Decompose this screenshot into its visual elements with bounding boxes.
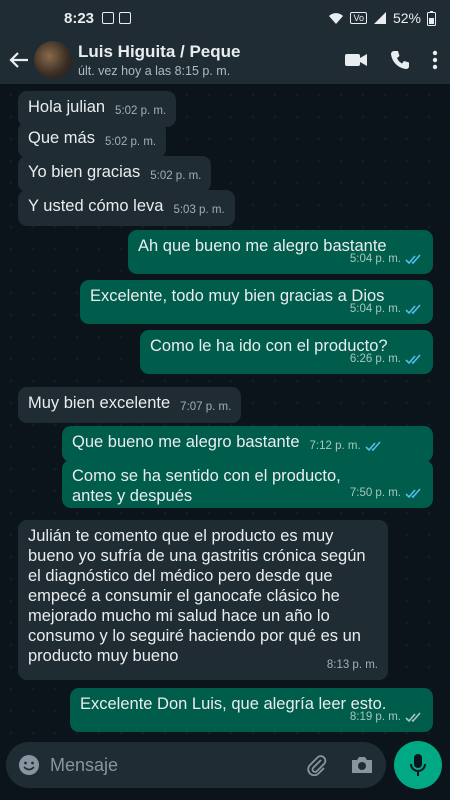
back-arrow-icon bbox=[9, 52, 28, 68]
message-outgoing[interactable]: Como le ha ido con el producto? 6:26 p. … bbox=[140, 330, 433, 374]
message-input[interactable] bbox=[50, 754, 306, 776]
message-outgoing[interactable]: Que bueno me alegro bastante 7:12 p. m. bbox=[62, 426, 433, 462]
signal-icon bbox=[373, 12, 386, 24]
message-time: 8:19 p. m. bbox=[349, 711, 401, 723]
notification-icon bbox=[119, 12, 132, 24]
message-outgoing[interactable]: Ah que bueno me alegro bastante 5:04 p. … bbox=[128, 230, 433, 274]
read-receipt-icon bbox=[405, 253, 421, 264]
message-outgoing[interactable]: Excelente Don Luis, que alegría leer est… bbox=[70, 688, 433, 732]
message-time: 5:02 p. m. bbox=[104, 136, 157, 148]
message-time: 7:12 p. m. bbox=[309, 440, 361, 452]
message-text: Hola julian bbox=[28, 98, 106, 116]
message-time: 6:26 p. m. bbox=[349, 353, 401, 365]
message-outgoing[interactable]: Como se ha sentido con el producto, ante… bbox=[62, 460, 433, 508]
message-composer bbox=[6, 742, 386, 788]
read-receipt-icon bbox=[405, 303, 421, 314]
message-time: 5:02 p. m. bbox=[115, 105, 167, 117]
contact-name: Luis Higuita / Peque bbox=[78, 42, 241, 61]
message-time: 5:04 p. m. bbox=[349, 303, 401, 315]
read-receipt-icon bbox=[405, 487, 421, 498]
back-button[interactable] bbox=[6, 47, 32, 73]
video-call-icon[interactable] bbox=[344, 52, 368, 68]
message-text: Y usted cómo leva bbox=[28, 197, 164, 215]
status-bar: 8:23 Vo 52% bbox=[0, 0, 450, 36]
notification-icon bbox=[102, 12, 115, 24]
status-time: 8:23 bbox=[64, 9, 95, 27]
message-text: Como se ha sentido con el producto, ante… bbox=[72, 467, 341, 505]
voice-message-button[interactable] bbox=[394, 741, 442, 789]
message-time: 8:13 p. m. bbox=[326, 659, 378, 671]
message-incoming[interactable]: Julián te comento que el producto es muy… bbox=[18, 520, 388, 680]
voice-call-icon[interactable] bbox=[390, 50, 410, 70]
more-options-icon[interactable] bbox=[432, 50, 438, 70]
message-text: Que bueno me alegro bastante bbox=[72, 433, 300, 451]
emoji-icon[interactable] bbox=[18, 754, 40, 776]
volte-icon: Vo bbox=[350, 12, 367, 24]
delivered-receipt-icon bbox=[405, 711, 421, 722]
status-indicators: Vo 52% bbox=[328, 10, 436, 26]
message-text: Julián te comento que el producto es muy… bbox=[28, 527, 366, 665]
attach-icon[interactable] bbox=[306, 754, 328, 776]
message-time: 5:03 p. m. bbox=[173, 204, 225, 216]
message-time: 7:50 p. m. bbox=[349, 487, 401, 499]
message-incoming[interactable]: Muy bien excelente 7:07 p. m. bbox=[18, 387, 242, 423]
message-text: Yo bien gracias bbox=[28, 163, 141, 181]
message-incoming[interactable]: Que más 5:02 p. m. bbox=[18, 122, 167, 158]
chat-header: Luis Higuita / Peque últ. vez hoy a las … bbox=[0, 36, 450, 84]
message-time: 7:07 p. m. bbox=[180, 401, 232, 413]
contact-info[interactable]: Luis Higuita / Peque últ. vez hoy a las … bbox=[78, 42, 344, 78]
message-incoming[interactable]: Y usted cómo leva 5:03 p. m. bbox=[18, 190, 235, 226]
battery-percent: 52% bbox=[392, 10, 421, 26]
battery-icon bbox=[427, 10, 436, 26]
message-outgoing[interactable]: Excelente, todo muy bien gracias a Dios … bbox=[80, 280, 433, 324]
contact-avatar[interactable] bbox=[34, 41, 72, 79]
chat-area[interactable]: Hola julian 5:02 p. m. Que más 5:02 p. m. … bbox=[0, 84, 450, 740]
message-text: Muy bien excelente bbox=[28, 394, 171, 412]
message-time: 5:04 p. m. bbox=[349, 253, 401, 265]
camera-icon[interactable] bbox=[350, 755, 374, 775]
microphone-icon bbox=[410, 754, 426, 776]
read-receipt-icon bbox=[405, 353, 421, 364]
wifi-icon bbox=[329, 13, 344, 24]
last-seen: últ. vez hoy a las 8:15 p. m. bbox=[78, 64, 231, 78]
message-time: 5:02 p. m. bbox=[150, 170, 202, 182]
read-receipt-icon bbox=[365, 440, 381, 451]
message-text: Que más bbox=[28, 129, 95, 147]
message-incoming[interactable]: Yo bien gracias 5:02 p. m. bbox=[18, 156, 212, 192]
